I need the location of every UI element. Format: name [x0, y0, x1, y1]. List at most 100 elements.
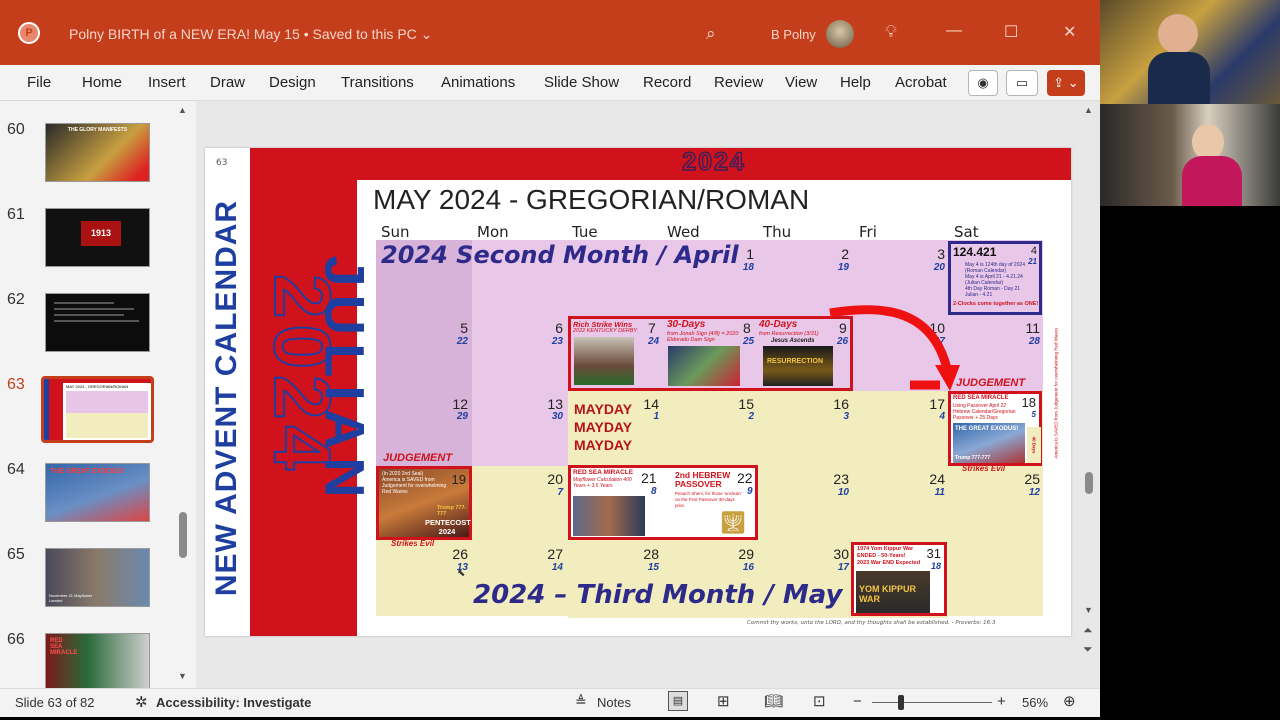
avatar[interactable] — [826, 20, 854, 48]
canvas-scrollbar[interactable] — [1085, 472, 1093, 494]
date-cell[interactable]: 2 — [819, 246, 849, 262]
event-sub: from Resurrection (3/31) — [759, 331, 819, 337]
date-cell[interactable]: 29 — [724, 546, 754, 562]
thumbnail-slide-65[interactable]: November 21 Mayflower Landed — [45, 548, 150, 607]
slide-counter[interactable]: Slide 63 of 82 — [15, 695, 95, 710]
maximize-button[interactable]: ☐ — [1004, 22, 1018, 42]
record-icon[interactable]: ◉ — [968, 70, 998, 96]
julian-band: 2024 JULIAN — [250, 148, 377, 636]
tab-animations[interactable]: Animations — [441, 74, 515, 91]
scroll-down-icon[interactable]: ▼ — [1084, 605, 1093, 615]
date-cell[interactable]: 17 — [915, 396, 945, 412]
date-cell[interactable]: 12 — [438, 396, 468, 412]
notes-icon[interactable]: ≜ — [575, 693, 587, 710]
event-124-421[interactable]: 124.421 4 21 May 4 is 124th day of 2024 … — [948, 241, 1042, 315]
user-name[interactable]: B Polny — [771, 27, 816, 42]
tab-view[interactable]: View — [785, 74, 817, 91]
accessibility-icon[interactable]: ✲ — [135, 693, 148, 711]
scroll-up-icon[interactable]: ▲ — [1084, 105, 1093, 115]
share-button[interactable]: ⇪ ⌄ — [1047, 70, 1085, 96]
thumbnail-slide-64[interactable]: THE GREAT EXODUS! — [45, 463, 150, 522]
thumbnail-slide-62[interactable] — [45, 293, 150, 352]
previous-slide-icon[interactable]: ⏶ — [1083, 623, 1093, 638]
tab-help[interactable]: Help — [840, 74, 871, 91]
thumbnails-scrollbar[interactable] — [179, 512, 187, 558]
tab-design[interactable]: Design — [269, 74, 316, 91]
tab-insert[interactable]: Insert — [148, 74, 186, 91]
date-cell[interactable]: 14 — [629, 396, 659, 412]
side-title: NEW ADVENT CALENDAR — [210, 199, 243, 597]
normal-view-icon[interactable]: ▤ — [668, 691, 688, 711]
tab-file[interactable]: File — [27, 74, 51, 91]
tab-slide-show[interactable]: Slide Show — [544, 74, 619, 91]
event-pentecost[interactable]: (In 2020 2nd Seal) America is SAVED from… — [376, 466, 472, 540]
side-note: America is SAVED from Judgement for over… — [1053, 327, 1059, 459]
lightbulb-icon[interactable]: 💡︎ — [885, 22, 897, 42]
date-cell[interactable]: 16 — [819, 396, 849, 412]
julian-date: 11 — [934, 487, 945, 498]
tab-draw[interactable]: Draw — [210, 74, 245, 91]
date-cell[interactable]: 13 — [533, 396, 563, 412]
accessibility-status[interactable]: Accessibility: Investigate — [156, 695, 311, 710]
date-cell[interactable]: 11 — [1010, 320, 1040, 336]
zoom-slider-handle[interactable] — [898, 695, 904, 710]
document-title[interactable]: Polny BIRTH of a NEW ERA! May 15 • Saved… — [69, 26, 432, 43]
video-call-panel — [1100, 0, 1280, 720]
slide[interactable]: 63 NEW ADVENT CALENDAR 2024 JULIAN 2024 … — [205, 148, 1071, 636]
date-cell[interactable]: 23 — [819, 471, 849, 487]
date-cell[interactable]: 6 — [533, 320, 563, 336]
thumbnail-slide-66[interactable]: RED SEA MIRACLE — [45, 633, 150, 692]
notes-button[interactable]: Notes — [597, 695, 631, 710]
julian-date: 8 — [651, 486, 657, 497]
tab-review[interactable]: Review — [714, 74, 763, 91]
thumbnail-slide-63[interactable]: MAY 2024 - GREGORIAN/ROMAN — [41, 376, 154, 443]
date-cell[interactable]: 3 — [915, 246, 945, 262]
event-title: 2nd HEBREW PASSOVER — [675, 470, 731, 489]
thumbnail-slide-60[interactable]: THE GLORY MANIFESTS — [45, 123, 150, 182]
tab-acrobat[interactable]: Acrobat — [895, 74, 947, 91]
date-cell[interactable]: 27 — [533, 546, 563, 562]
tab-transitions[interactable]: Transitions — [341, 74, 414, 91]
julian-date: 4 — [939, 411, 945, 422]
tab-record[interactable]: Record — [643, 74, 691, 91]
scroll-up-icon[interactable]: ▲ — [178, 105, 187, 115]
event-block-may21-22[interactable]: RED SEA MIRACLE Mayflower Calculation 40… — [568, 465, 758, 540]
comments-icon[interactable]: ▭ — [1006, 70, 1038, 96]
date-cell[interactable]: 25 — [1010, 471, 1040, 487]
event-block-may7-9[interactable]: Rich Strike Wins 2022 KENTUCKY DERBY 7 2… — [568, 316, 853, 391]
date-cell[interactable]: 30 — [819, 546, 849, 562]
date-cell[interactable]: 5 — [438, 320, 468, 336]
julian-date: 22 — [456, 336, 468, 347]
minimize-button[interactable]: — — [946, 22, 962, 40]
next-slide-icon[interactable]: ⏷ — [1083, 642, 1093, 657]
event-yom-kippur[interactable]: 1974 Yom Kippur War ENDED - 50-Years! 20… — [851, 542, 947, 616]
zoom-level[interactable]: 56% — [1022, 695, 1048, 710]
tab-home[interactable]: Home — [82, 74, 122, 91]
judgement-label: JUDGEMENT — [956, 377, 1026, 389]
zoom-slider[interactable] — [872, 702, 992, 703]
slideshow-icon[interactable]: ⊡ — [813, 692, 826, 710]
fit-to-window-icon[interactable]: ⊕ — [1063, 692, 1076, 710]
video-tile-guest — [1100, 104, 1280, 206]
event-red-sea-18[interactable]: RED SEA MIRACLE 18 5 Using Passover Apri… — [948, 391, 1042, 466]
event-lines: 1974 Yom Kippur War ENDED - 50-Years! 20… — [857, 546, 921, 566]
thumb-label: MAY 2024 - GREGORIAN/ROMAN — [66, 384, 129, 389]
date-cell: 19 — [451, 472, 466, 487]
scroll-down-icon[interactable]: ▼ — [178, 671, 187, 681]
date-cell[interactable]: 24 — [915, 471, 945, 487]
search-icon[interactable]: ⌕ — [706, 24, 716, 44]
date-cell[interactable]: 26 — [438, 546, 468, 562]
red-arrow-icon — [829, 305, 960, 391]
strikes-evil-label: Strikes Evil — [391, 539, 435, 548]
date-cell[interactable]: 1 — [724, 246, 754, 262]
powerpoint-window: P Polny BIRTH of a NEW ERA! May 15 • Sav… — [0, 0, 1100, 717]
thumbnail-slide-61[interactable]: 1913 — [45, 208, 150, 267]
slide-sorter-icon[interactable]: ⊞ — [717, 692, 730, 710]
close-button[interactable]: ✕ — [1063, 22, 1076, 42]
date-cell[interactable]: 20 — [533, 471, 563, 487]
zoom-out-icon[interactable]: − — [853, 693, 862, 710]
date-cell[interactable]: 28 — [629, 546, 659, 562]
reading-view-icon[interactable]: 📖︎ — [764, 692, 783, 710]
date-cell[interactable]: 15 — [724, 396, 754, 412]
zoom-in-icon[interactable]: + — [997, 693, 1006, 710]
